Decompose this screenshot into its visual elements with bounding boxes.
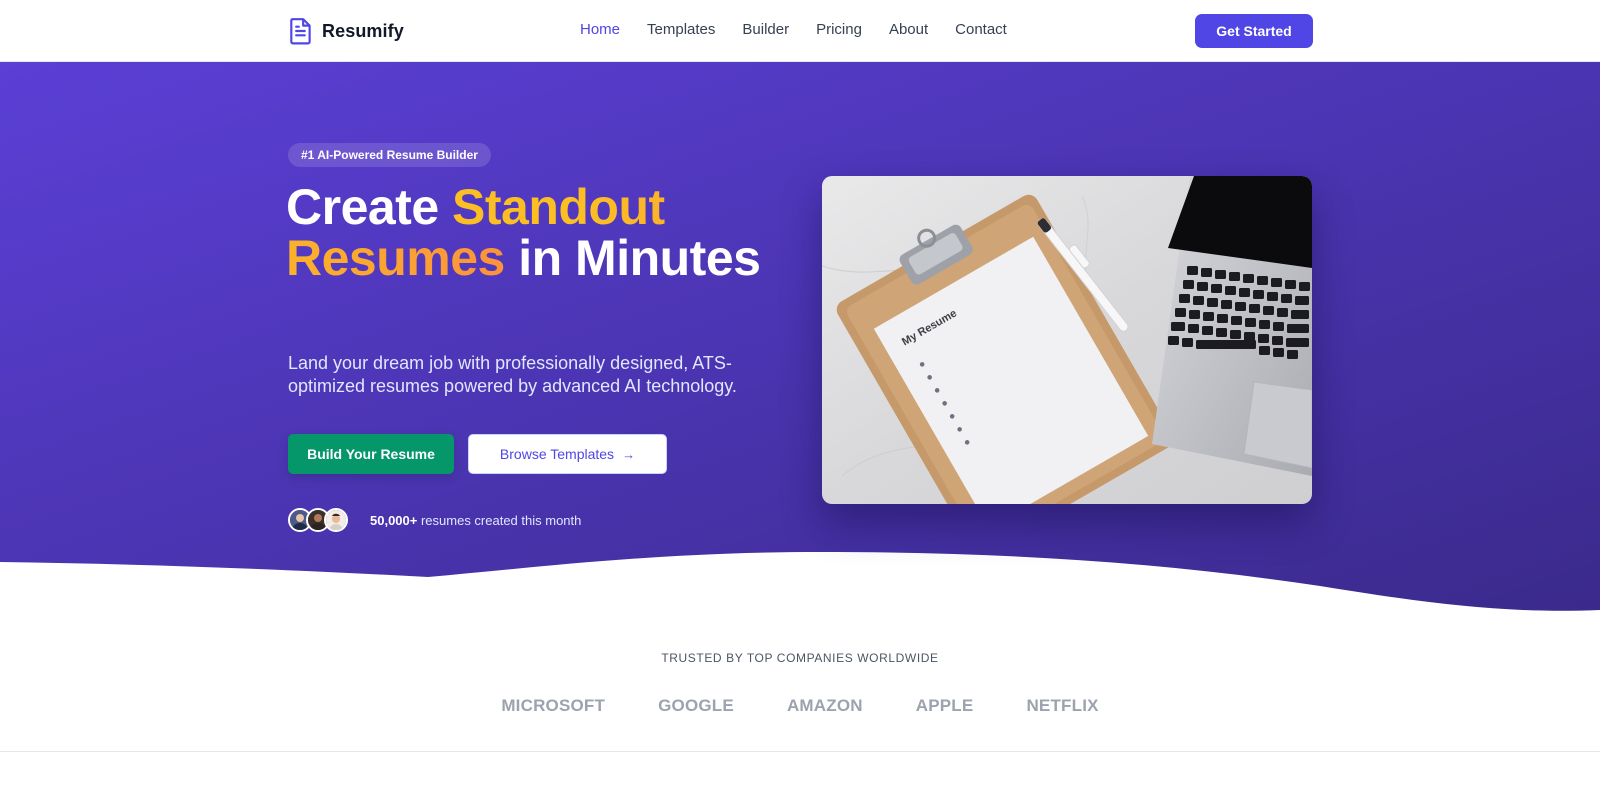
browse-templates-label: Browse Templates <box>499 446 615 462</box>
build-resume-button[interactable]: Build Your Resume <box>288 434 454 474</box>
headline-part-2: in Minutes <box>504 230 761 286</box>
hero-badge: #1 AI-Powered Resume Builder <box>288 143 491 167</box>
hero-background <box>0 62 1600 611</box>
logo-amazon: AMAZON <box>786 696 863 715</box>
top-navbar: Resumify Home Templates Builder Pricing … <box>0 0 1600 62</box>
section-divider <box>0 751 1600 752</box>
get-started-button[interactable]: Get Started <box>1195 14 1313 48</box>
nav-link-contact[interactable]: Contact <box>955 21 1007 38</box>
headline-part-1: Create <box>286 179 453 235</box>
hero-image: My Resume <box>822 176 1312 504</box>
avatar-group <box>288 508 348 532</box>
nav-link-pricing[interactable]: Pricing <box>816 21 862 38</box>
nav-links: Home Templates Builder Pricing About Con… <box>580 21 1007 38</box>
document-icon <box>290 18 311 45</box>
avatar <box>324 508 348 532</box>
nav-link-about[interactable]: About <box>889 21 928 38</box>
nav-link-home[interactable]: Home <box>580 21 620 38</box>
brand-name: Resumify <box>322 20 404 41</box>
hero-subtext: Land your dream job with professionally … <box>288 353 737 396</box>
nav-link-builder[interactable]: Builder <box>742 21 789 38</box>
browse-templates-button[interactable]: Browse Templates → <box>468 434 667 474</box>
arrow-right-icon: → <box>622 446 636 462</box>
social-proof-text: 50,000+ resumes created this month <box>370 513 581 528</box>
logo-netflix: NETFLIX <box>1026 696 1099 715</box>
social-proof-label: resumes created this month <box>417 512 582 528</box>
logo-apple: APPLE <box>915 696 974 715</box>
trusted-title: TRUSTED BY TOP COMPANIES WORLDWIDE <box>661 651 939 665</box>
company-logos: MICROSOFT GOOGLE AMAZON APPLE NETFLIX <box>0 696 1600 716</box>
nav-link-templates[interactable]: Templates <box>647 21 715 38</box>
social-proof-count: 50,000+ <box>370 512 418 528</box>
logo-google: GOOGLE <box>658 696 734 715</box>
brand-logo[interactable]: Resumify <box>288 17 404 45</box>
logo-microsoft: MICROSOFT <box>501 696 606 715</box>
hero-section: #1 AI-Powered Resume Builder Create Stan… <box>0 62 1600 620</box>
hero-headline: Create Standout Resumes in Minutes <box>286 182 806 284</box>
social-proof: 50,000+ resumes created this month <box>288 508 581 532</box>
